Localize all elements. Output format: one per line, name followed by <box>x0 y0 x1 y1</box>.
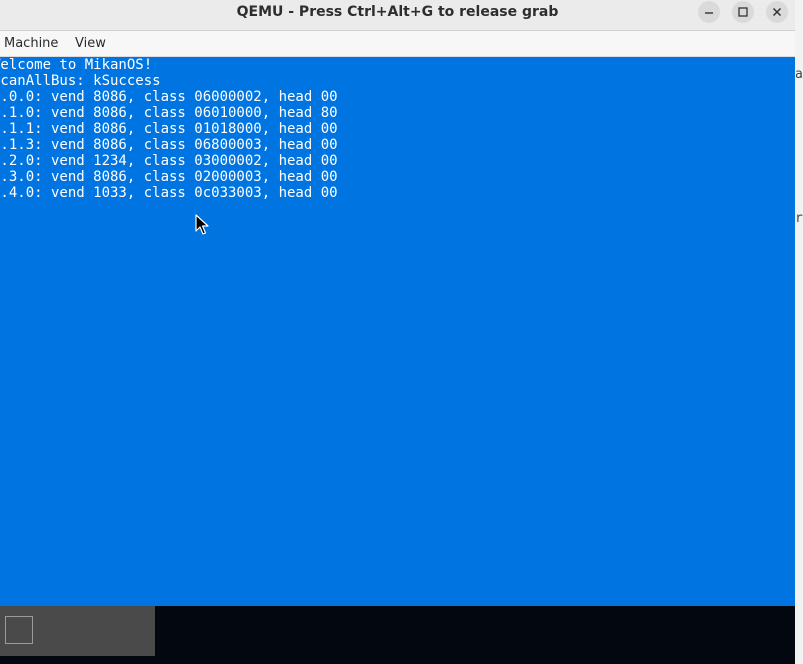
minimize-icon <box>705 12 713 14</box>
console-line: Welcome to MikanOS! <box>0 57 153 73</box>
mouse-pointer-icon <box>195 214 209 235</box>
console-output: Welcome to MikanOS! ScanAllBus: kSuccess… <box>0 57 338 201</box>
desktop-text-fragment-1: a <box>795 67 803 82</box>
desktop-background-right: a r <box>795 0 803 664</box>
menu-machine[interactable]: Machine <box>4 31 58 56</box>
taskbar-area <box>0 606 795 664</box>
close-icon <box>772 7 782 17</box>
close-button[interactable] <box>766 1 788 23</box>
desktop: a r QEMU - Press Ctrl+Alt+G to release g… <box>0 0 803 664</box>
console-line: 0.1.1: vend 8086, class 01018000, head 0… <box>0 121 338 137</box>
console-line: 0.0.0: vend 8086, class 06000002, head 0… <box>0 89 338 105</box>
console-line: ScanAllBus: kSuccess <box>0 73 161 89</box>
desktop-text-fragment-2: r <box>795 211 803 226</box>
window-thumbnail-icon[interactable] <box>5 616 33 644</box>
vm-display[interactable]: Welcome to MikanOS! ScanAllBus: kSuccess… <box>0 57 795 606</box>
menubar: Machine View <box>0 31 795 57</box>
console-line: 0.2.0: vend 1234, class 03000002, head 0… <box>0 153 338 169</box>
window-titlebar[interactable]: QEMU - Press Ctrl+Alt+G to release grab <box>0 0 795 31</box>
console-line: 0.4.0: vend 1033, class 0c033003, head 0… <box>0 185 338 201</box>
minimize-button[interactable] <box>698 1 720 23</box>
menu-view[interactable]: View <box>75 31 106 56</box>
console-line: 0.1.0: vend 8086, class 06010000, head 8… <box>0 105 338 121</box>
console-line: 0.1.3: vend 8086, class 06800003, head 0… <box>0 137 338 153</box>
qemu-window: QEMU - Press Ctrl+Alt+G to release grab … <box>0 0 795 664</box>
maximize-button[interactable] <box>732 1 754 23</box>
console-line: 0.3.0: vend 8086, class 02000003, head 0… <box>0 169 338 185</box>
maximize-icon <box>738 7 748 17</box>
window-title: QEMU - Press Ctrl+Alt+G to release grab <box>236 4 559 20</box>
taskbar-panel <box>0 606 155 656</box>
